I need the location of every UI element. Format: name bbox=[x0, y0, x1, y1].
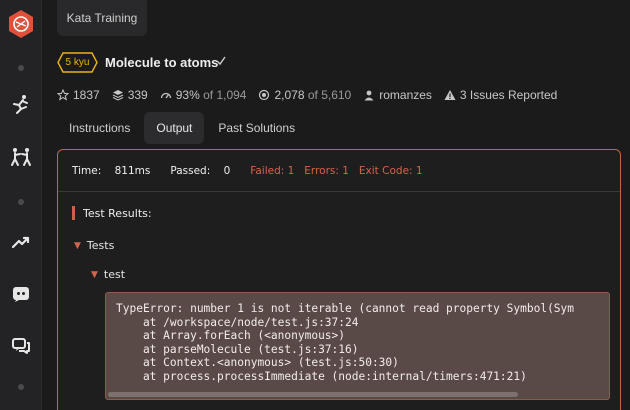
chevron-down-icon: ▼ bbox=[74, 240, 81, 251]
chevron-down-icon: ▼ bbox=[91, 269, 98, 280]
completed-total: of 5,610 bbox=[307, 88, 352, 102]
rank-badge: 5 kyu bbox=[57, 52, 98, 73]
tests-group-toggle[interactable]: ▼ Tests bbox=[74, 239, 114, 252]
star-icon bbox=[57, 89, 69, 101]
top-tab-kata-training[interactable]: Kata Training bbox=[57, 0, 147, 36]
author-stat[interactable]: romanzes bbox=[363, 88, 432, 102]
passed-label: Passed: bbox=[170, 164, 211, 177]
tab-past-solutions[interactable]: Past Solutions bbox=[206, 112, 307, 144]
passed-value: 0 bbox=[223, 164, 231, 177]
sidebar-divider-dot bbox=[0, 64, 42, 72]
issues-count: 3 Issues Reported bbox=[459, 88, 558, 102]
completed-stat: 2,078 of 5,610 bbox=[258, 88, 351, 102]
issues-stat[interactable]: 3 Issues Reported bbox=[444, 88, 557, 102]
rank-label: 5 kyu bbox=[65, 57, 90, 68]
collections-count: 339 bbox=[127, 88, 148, 102]
sparring-icon[interactable] bbox=[0, 145, 42, 169]
satisfaction-stat: 93% of 1,094 bbox=[160, 88, 247, 102]
completed-check-icon bbox=[214, 54, 228, 68]
user-icon bbox=[364, 90, 374, 101]
test-results-heading: Test Results: bbox=[72, 206, 152, 220]
exit-code: Exit Code: 1 bbox=[358, 164, 423, 177]
warning-icon bbox=[444, 90, 456, 100]
practice-icon[interactable] bbox=[0, 92, 42, 116]
stars-count: 1837 bbox=[73, 88, 100, 102]
leaderboards-icon[interactable] bbox=[0, 230, 42, 254]
completed-count: 2,078 bbox=[274, 88, 305, 102]
test-case-label: test bbox=[103, 268, 126, 281]
collections-stat[interactable]: 339 bbox=[112, 88, 148, 102]
discord-icon[interactable] bbox=[0, 282, 42, 306]
kata-tabs: Instructions Output Past Solutions bbox=[57, 112, 309, 144]
stars-stat[interactable]: 1837 bbox=[57, 88, 100, 102]
sidebar-divider-dot bbox=[0, 198, 42, 206]
tab-instructions[interactable]: Instructions bbox=[57, 112, 142, 144]
heading-accent-bar bbox=[72, 206, 75, 220]
errors-count: Errors: 1 bbox=[304, 164, 349, 177]
gauge-icon bbox=[160, 92, 171, 99]
kata-title: Molecule to atoms bbox=[105, 55, 219, 70]
tab-output[interactable]: Output bbox=[144, 112, 205, 144]
failed-count: Failed: 1 bbox=[250, 164, 295, 177]
output-panel: Time: 811ms Passed: 0 Failed: 1 Errors: … bbox=[57, 149, 621, 410]
satisfaction-percent: 93% bbox=[175, 88, 200, 102]
error-stacktrace: TypeError: number 1 is not iterable (can… bbox=[116, 302, 575, 383]
sidebar-divider-dot bbox=[0, 383, 42, 391]
error-output[interactable]: TypeError: number 1 is not iterable (can… bbox=[105, 292, 610, 400]
test-results-label: Test Results: bbox=[83, 206, 152, 220]
time-value: 811ms bbox=[114, 164, 151, 177]
codewars-logo-icon[interactable] bbox=[0, 8, 42, 40]
target-icon bbox=[259, 89, 270, 101]
discussion-icon[interactable] bbox=[0, 334, 42, 358]
horizontal-scrollbar[interactable] bbox=[108, 392, 518, 397]
tests-group-label: Tests bbox=[86, 239, 115, 252]
layers-icon bbox=[112, 90, 123, 101]
author-name: romanzes bbox=[379, 88, 432, 102]
kata-stats: 1837 339 93% of 1,094 2,078 of 5,610 rom… bbox=[57, 87, 569, 103]
test-case-toggle[interactable]: ▼ test bbox=[91, 268, 125, 281]
run-summary: Time: 811ms Passed: 0 Failed: 1 Errors: … bbox=[58, 150, 620, 192]
sidebar bbox=[0, 0, 42, 410]
satisfaction-votes: of 1,094 bbox=[203, 88, 247, 102]
time-label: Time: bbox=[72, 164, 102, 177]
